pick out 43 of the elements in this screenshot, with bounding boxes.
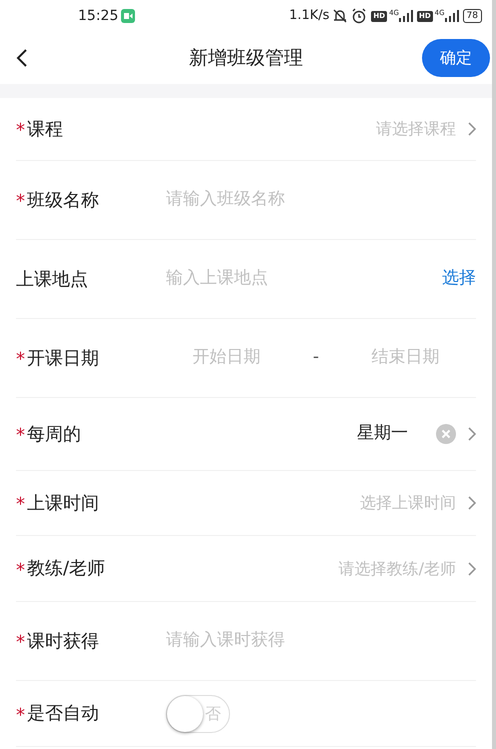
- input-field[interactable]: 请输入班级名称: [166, 187, 476, 213]
- field-label: 上课地点: [16, 268, 88, 292]
- date-separator: -: [312, 346, 320, 370]
- required-mark: *: [16, 122, 25, 140]
- field-label: 教练/老师: [27, 557, 106, 581]
- field-label: 上课时间: [27, 492, 99, 516]
- input-field[interactable]: 请输入课时获得: [166, 628, 476, 654]
- start-date-field[interactable]: 开始日期: [192, 345, 260, 371]
- signal-icon: [398, 10, 413, 22]
- input-field[interactable]: 输入上课地点: [166, 266, 442, 292]
- select-placeholder[interactable]: 请选择教练/老师: [338, 556, 456, 580]
- chevron-right-icon: [468, 496, 476, 510]
- select-placeholder[interactable]: 选择上课时间: [360, 491, 456, 515]
- field-label: 开课日期: [27, 346, 99, 370]
- field-label: 班级名称: [27, 188, 99, 212]
- signal-icon: [444, 10, 459, 22]
- video-icon: [121, 9, 136, 23]
- select-link[interactable]: 选择: [442, 266, 476, 292]
- chevron-right-icon: [468, 562, 476, 576]
- status-time: 15:25: [78, 6, 118, 26]
- field-label: 课程: [27, 118, 63, 142]
- field-label: 课时获得: [27, 630, 99, 654]
- required-mark: *: [16, 562, 25, 580]
- chevron-right-icon: [468, 427, 476, 441]
- required-mark: *: [16, 634, 25, 652]
- back-icon[interactable]: [16, 48, 28, 68]
- muted-bell-icon: [332, 8, 348, 24]
- confirm-button[interactable]: 确定: [422, 39, 490, 77]
- page-title: 新增班级管理: [189, 46, 303, 71]
- select-placeholder[interactable]: 请选择课程: [376, 117, 456, 141]
- required-mark: *: [16, 193, 25, 211]
- end-date-field[interactable]: 结束日期: [372, 345, 440, 371]
- required-mark: *: [16, 496, 25, 514]
- chevron-right-icon: [468, 122, 476, 136]
- alarm-icon: [351, 8, 368, 24]
- network-speed: 1.1K/s: [289, 7, 330, 26]
- field-label: 是否自动: [27, 702, 99, 726]
- required-mark: *: [16, 351, 25, 369]
- weekday-value[interactable]: 星期一: [357, 421, 408, 447]
- required-mark: *: [16, 427, 25, 445]
- field-label: 每周的: [27, 422, 81, 446]
- battery-level: 78: [466, 12, 478, 20]
- required-mark: *: [16, 706, 25, 724]
